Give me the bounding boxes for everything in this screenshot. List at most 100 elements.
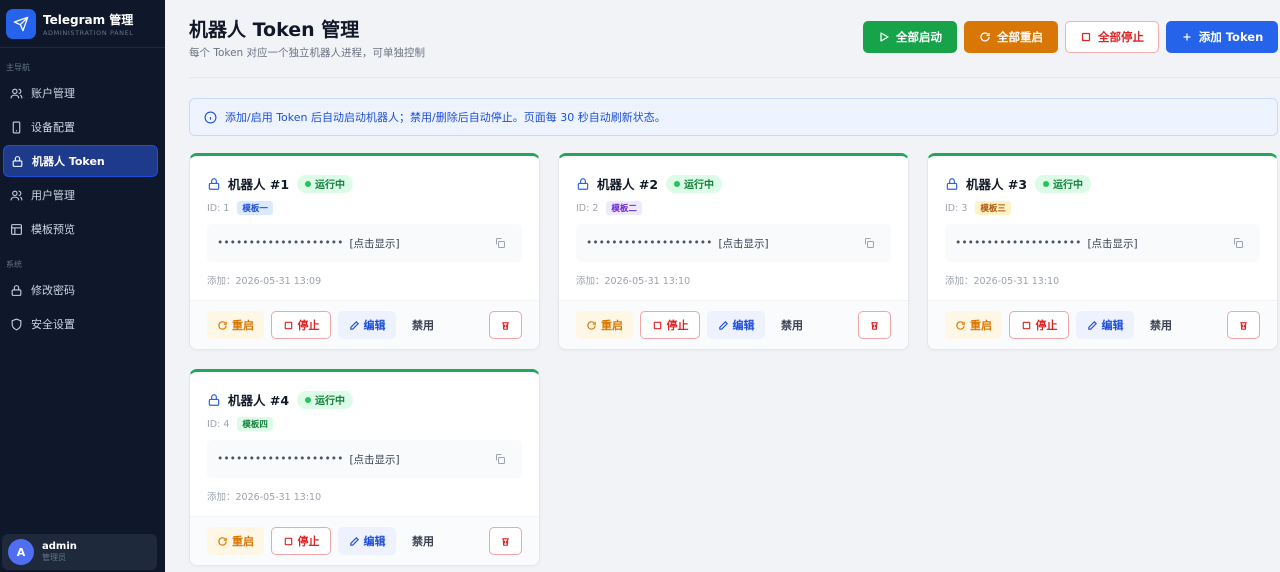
card-actions: 重启 停止 编辑 禁用 (190, 516, 539, 565)
token-field[interactable]: •••••••••••••••••••• [点击显示] (576, 224, 891, 262)
avatar: A (8, 539, 34, 565)
reveal-token-link[interactable]: [点击显示] (349, 452, 399, 467)
status-badge: 运行中 (1035, 174, 1092, 193)
edit-button[interactable]: 编辑 (1076, 311, 1134, 339)
card-actions: 重启 停止 编辑 禁用 (928, 300, 1277, 349)
delete-button[interactable] (1227, 311, 1260, 339)
token-card: 机器人 #1 运行中 ID: 1 模板一 •••••••••••••••••••… (189, 153, 540, 350)
brand-title: Telegram 管理 (43, 12, 134, 27)
edit-button[interactable]: 编辑 (338, 527, 396, 555)
status-text: 运行中 (684, 180, 715, 191)
user-profile[interactable]: A admin 管理员 (2, 534, 157, 570)
stop-button[interactable]: 停止 (1009, 311, 1069, 339)
sidebar-item-label: 安全设置 (31, 318, 75, 331)
bot-name: 机器人 #4 (228, 393, 290, 408)
delete-button[interactable] (489, 311, 522, 339)
token-masked: •••••••••••••••••••• (217, 453, 344, 465)
stop-icon (284, 321, 292, 329)
bot-id: ID: 3 (945, 202, 968, 214)
edit-label: 编辑 (732, 319, 755, 332)
edit-icon (1087, 320, 1097, 330)
disable-button[interactable]: 禁用 (403, 311, 443, 339)
bot-name: 机器人 #1 (228, 177, 290, 192)
add-token-button[interactable]: 添加 Token (1166, 21, 1278, 53)
status-dot (674, 180, 681, 187)
stop-button[interactable]: 停止 (271, 527, 331, 555)
lock-icon (577, 177, 589, 190)
sidebar-item-label: 机器人 Token (32, 155, 105, 168)
disable-button[interactable]: 禁用 (1141, 311, 1181, 339)
paper-plane-icon (6, 8, 36, 39)
token-field[interactable]: •••••••••••••••••••• [点击显示] (945, 224, 1260, 262)
edit-button[interactable]: 编辑 (707, 311, 765, 339)
copy-icon[interactable] (863, 237, 875, 249)
stop-icon (1022, 321, 1030, 329)
lock-icon (208, 177, 220, 190)
reveal-token-link[interactable]: [点击显示] (349, 236, 399, 251)
trash-icon (1240, 321, 1247, 330)
lock-icon (208, 393, 220, 406)
lock-icon (946, 177, 958, 190)
stop-all-button[interactable]: 全部停止 (1065, 21, 1159, 53)
edit-label: 编辑 (1101, 319, 1124, 332)
refresh-icon (218, 320, 227, 330)
info-icon (204, 111, 217, 123)
sidebar: Telegram 管理 ADMINISTRATION PANEL 主导航 账户管… (0, 0, 165, 572)
restart-all-button[interactable]: 全部重启 (964, 21, 1058, 53)
stop-button[interactable]: 停止 (640, 311, 700, 339)
edit-icon (349, 536, 359, 546)
copy-icon[interactable] (494, 453, 506, 465)
delete-button[interactable] (858, 311, 891, 339)
reveal-token-link[interactable]: [点击显示] (1087, 236, 1137, 251)
sidebar-item-security[interactable]: 安全设置 (3, 308, 158, 340)
token-field[interactable]: •••••••••••••••••••• [点击显示] (207, 224, 522, 262)
stop-all-label: 全部停止 (1098, 30, 1144, 44)
reveal-token-link[interactable]: [点击显示] (718, 236, 768, 251)
sidebar-item-label: 设备配置 (31, 121, 75, 134)
sidebar-item-templates[interactable]: 模板预览 (3, 213, 158, 245)
restart-label: 重启 (970, 319, 992, 332)
sidebar-item-users[interactable]: 用户管理 (3, 179, 158, 211)
sidebar-item-change-password[interactable]: 修改密码 (3, 274, 158, 306)
trash-icon (502, 537, 509, 546)
restart-button[interactable]: 重启 (576, 311, 633, 339)
delete-button[interactable] (489, 527, 522, 555)
restart-button[interactable]: 重启 (207, 311, 264, 339)
token-masked: •••••••••••••••••••• (586, 237, 713, 249)
card-actions: 重启 停止 编辑 禁用 (190, 300, 539, 349)
stop-label: 停止 (666, 319, 689, 332)
start-all-button[interactable]: 全部启动 (863, 21, 957, 53)
token-card: 机器人 #2 运行中 ID: 2 模板二 •••••••••••••••••••… (558, 153, 909, 350)
sidebar-item-accounts[interactable]: 账户管理 (3, 77, 158, 109)
template-tag: 模板四 (237, 417, 273, 431)
copy-icon[interactable] (494, 237, 506, 249)
copy-icon[interactable] (1232, 237, 1244, 249)
stop-button[interactable]: 停止 (271, 311, 331, 339)
disable-button[interactable]: 禁用 (772, 311, 812, 339)
bot-name: 机器人 #3 (966, 177, 1028, 192)
user-role: 管理员 (42, 553, 66, 562)
sidebar-item-devices[interactable]: 设备配置 (3, 111, 158, 143)
top-actions: 全部启动 全部重启 全部停止 添加 Token (863, 21, 1278, 53)
refresh-icon (587, 320, 596, 330)
token-masked: •••••••••••••••••••• (955, 237, 1082, 249)
stop-icon (653, 321, 661, 329)
section-label-main: 主导航 (6, 63, 30, 72)
restart-button[interactable]: 重启 (207, 527, 264, 555)
sidebar-item-label: 修改密码 (31, 284, 75, 297)
lock-icon (12, 155, 23, 167)
token-field[interactable]: •••••••••••••••••••• [点击显示] (207, 440, 522, 478)
template-tag: 模板二 (606, 201, 642, 215)
restart-label: 重启 (601, 319, 623, 332)
added-date: 添加：2026-05-31 13:10 (207, 492, 322, 503)
add-token-label: 添加 Token (1198, 30, 1264, 44)
header-divider (189, 77, 1280, 78)
disable-button[interactable]: 禁用 (403, 527, 443, 555)
user-name: admin (42, 541, 77, 552)
restart-button[interactable]: 重启 (945, 311, 1002, 339)
edit-button[interactable]: 编辑 (338, 311, 396, 339)
status-dot (305, 396, 312, 403)
sidebar-item-label: 用户管理 (31, 189, 75, 202)
refresh-icon (956, 320, 965, 330)
sidebar-item-bot-token[interactable]: 机器人 Token (3, 145, 158, 177)
